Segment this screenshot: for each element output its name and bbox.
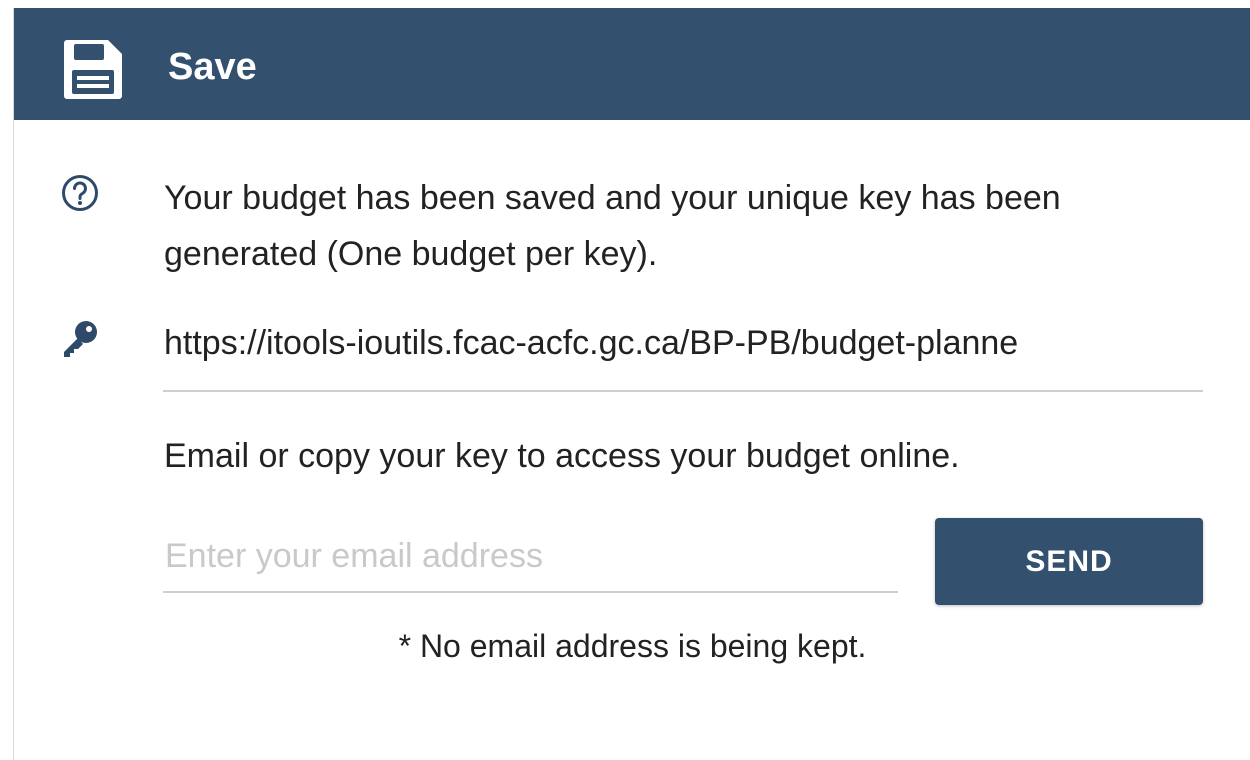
- privacy-footnote: * No email address is being kept.: [398, 628, 867, 664]
- save-confirmation-text: Your budget has been saved and your uniq…: [164, 179, 1061, 273]
- floppy-disk-icon: [64, 40, 122, 99]
- unique-key-field[interactable]: https://itools-ioutils.fcac-acfc.gc.ca/B…: [163, 314, 1203, 392]
- unique-key-value[interactable]: https://itools-ioutils.fcac-acfc.gc.ca/B…: [164, 322, 1184, 364]
- email-input[interactable]: [163, 521, 898, 593]
- save-dialog: Save Your budget has been saved and your…: [13, 8, 1250, 760]
- email-instructions: Email or copy your key to access your bu…: [164, 437, 960, 475]
- send-button[interactable]: SEND: [935, 518, 1203, 605]
- dialog-title: Save: [168, 46, 257, 88]
- key-icon: [64, 321, 97, 357]
- dialog-header: Save: [14, 8, 1250, 120]
- help-circle-icon: [62, 175, 98, 211]
